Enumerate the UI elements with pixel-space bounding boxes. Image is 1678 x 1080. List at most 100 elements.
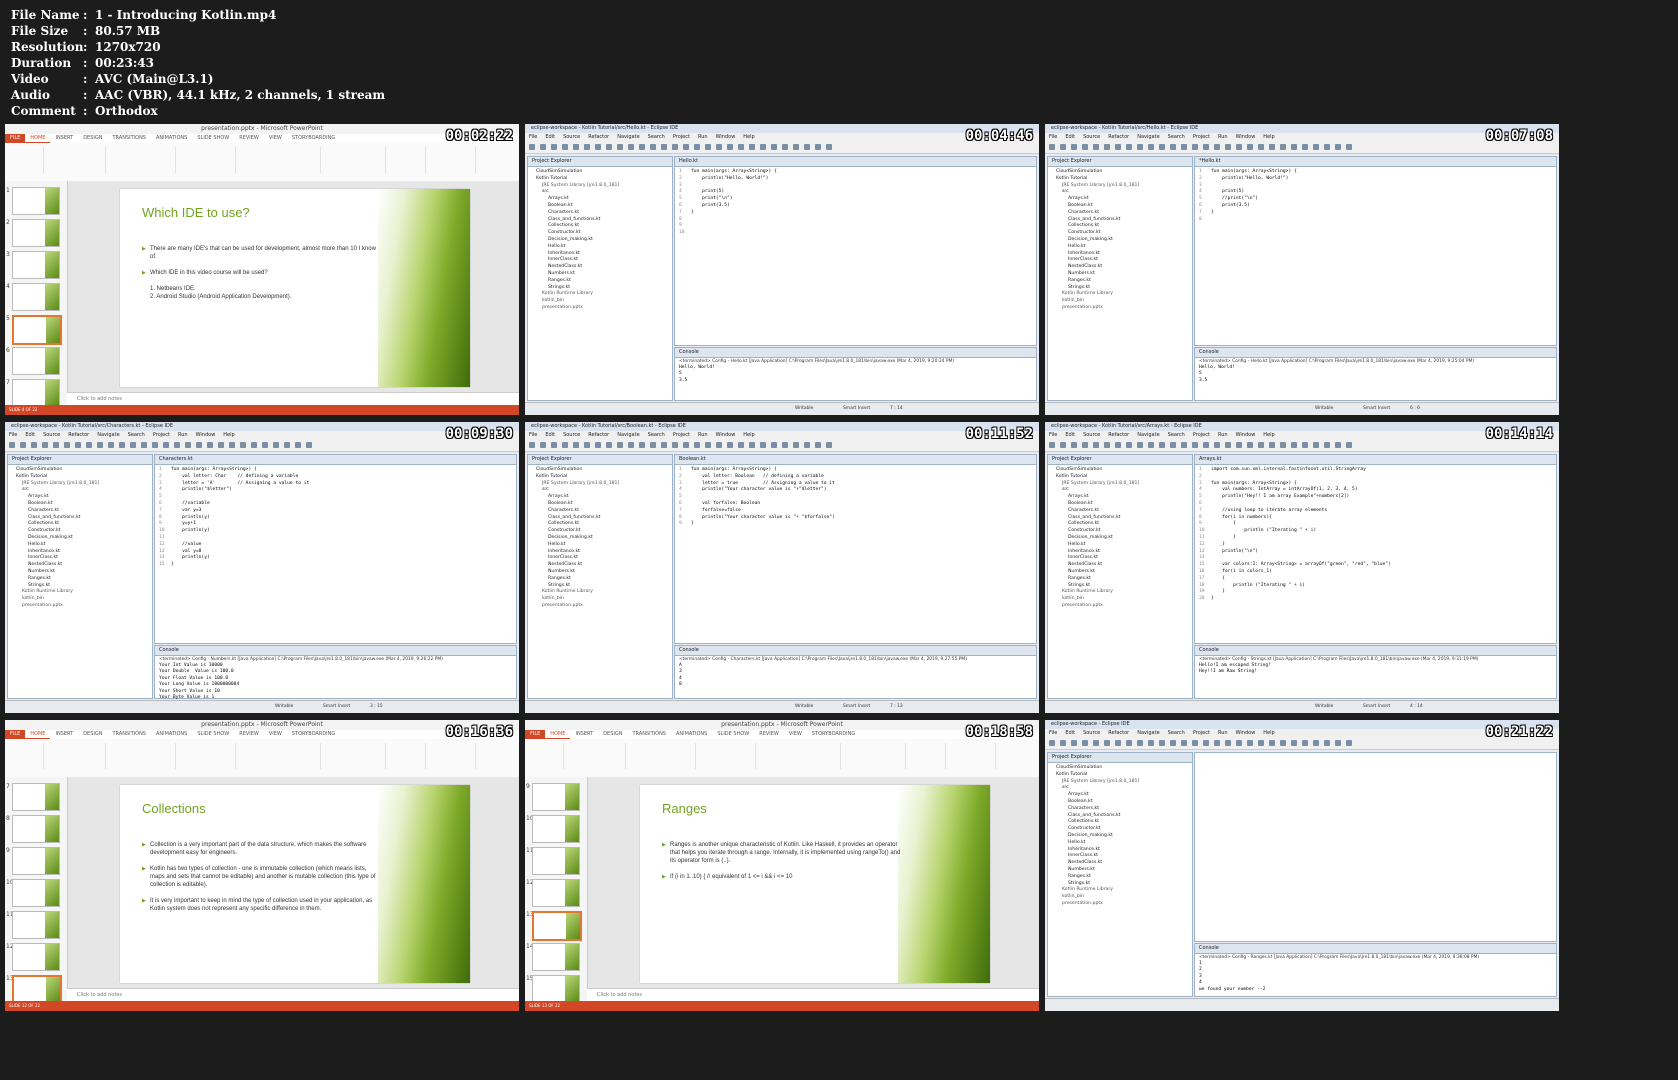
tree-item[interactable]: presentation.pptx (1050, 901, 1192, 908)
toolbar-button-icon[interactable] (1104, 144, 1110, 150)
toolbar-button-icon[interactable] (1302, 442, 1308, 448)
menu-navigate[interactable]: Navigate (93, 431, 123, 439)
tree-item[interactable]: JRE System Library [jre1.8.0_181] (1050, 779, 1192, 786)
toolbar-button-icon[interactable] (1137, 442, 1143, 448)
toolbar-button-icon[interactable] (584, 144, 590, 150)
ppt-tab-home[interactable]: HOME (545, 730, 571, 739)
menu-navigate[interactable]: Navigate (1133, 133, 1163, 141)
tree-item[interactable]: Numbers.kt (1050, 271, 1192, 278)
toolbar-button-icon[interactable] (1203, 740, 1209, 746)
ppt-tab-file[interactable]: FILE (525, 730, 546, 739)
menu-edit[interactable]: Edit (541, 431, 559, 439)
toolbar-button-icon[interactable] (1258, 144, 1264, 150)
menu-refactor[interactable]: Refactor (64, 431, 93, 439)
toolbar-button-icon[interactable] (1247, 144, 1253, 150)
toolbar-button-icon[interactable] (1104, 442, 1110, 448)
tree-item[interactable]: NestedClass.kt (1050, 264, 1192, 271)
toolbar-button-icon[interactable] (1071, 442, 1077, 448)
toolbar-button-icon[interactable] (661, 442, 667, 448)
tree-item[interactable]: Ranges.kt (530, 576, 672, 583)
tree-item[interactable]: Constructor.kt (1050, 528, 1192, 535)
toolbar-button-icon[interactable] (64, 442, 70, 448)
tree-item[interactable]: Constructor.kt (530, 230, 672, 237)
toolbar-button-icon[interactable] (1170, 740, 1176, 746)
slide-thumbnail[interactable] (12, 815, 60, 843)
ppt-tab-design[interactable]: DESIGN (78, 134, 107, 143)
tree-item[interactable]: Numbers.kt (530, 569, 672, 576)
toolbar-button-icon[interactable] (97, 442, 103, 448)
toolbar-button-icon[interactable] (639, 144, 645, 150)
console-tab[interactable]: Console (675, 348, 1036, 358)
tree-item[interactable]: Arrays.kt (1050, 792, 1192, 799)
tree-item[interactable]: Constructor.kt (1050, 230, 1192, 237)
toolbar-button-icon[interactable] (1214, 442, 1220, 448)
tree-item[interactable]: CloudSimSimulation (1050, 169, 1192, 176)
console-tab[interactable]: Console (1195, 944, 1556, 954)
menu-help[interactable]: Help (1259, 133, 1278, 141)
toolbar-button-icon[interactable] (53, 442, 59, 448)
console-tab[interactable]: Console (1195, 348, 1556, 358)
ppt-tab-home[interactable]: HOME (25, 730, 51, 739)
tree-item[interactable]: Kotlin Tutorial (1050, 474, 1192, 481)
menu-file[interactable]: File (525, 133, 541, 141)
toolbar-button-icon[interactable] (639, 442, 645, 448)
toolbar-button-icon[interactable] (1148, 442, 1154, 448)
tree-item[interactable]: JRE System Library [jre1.8.0_181] (1050, 183, 1192, 190)
menu-run[interactable]: Run (1214, 133, 1232, 141)
menu-source[interactable]: Source (559, 431, 584, 439)
menu-window[interactable]: Window (1232, 729, 1260, 737)
menu-refactor[interactable]: Refactor (1104, 133, 1133, 141)
project-explorer-tab[interactable]: Project Explorer (8, 455, 152, 465)
ppt-tab-review[interactable]: REVIEW (754, 730, 784, 739)
menu-file[interactable]: File (525, 431, 541, 439)
menu-refactor[interactable]: Refactor (584, 431, 613, 439)
toolbar-button-icon[interactable] (1302, 740, 1308, 746)
toolbar-button-icon[interactable] (1181, 144, 1187, 150)
console-tab[interactable]: Console (675, 646, 1036, 656)
tree-item[interactable]: Constructor.kt (1050, 826, 1192, 833)
toolbar-button-icon[interactable] (540, 144, 546, 150)
ppt-tab-file[interactable]: FILE (5, 730, 26, 739)
toolbar-button-icon[interactable] (163, 442, 169, 448)
toolbar-button-icon[interactable] (683, 442, 689, 448)
editor-tab[interactable]: Characters.kt (155, 455, 516, 465)
tree-item[interactable]: Ranges.kt (1050, 576, 1192, 583)
tree-item[interactable]: Ranges.kt (530, 278, 672, 285)
toolbar-button-icon[interactable] (1170, 144, 1176, 150)
toolbar-button-icon[interactable] (1148, 740, 1154, 746)
toolbar-button-icon[interactable] (1225, 442, 1231, 448)
toolbar-button-icon[interactable] (705, 144, 711, 150)
tree-item[interactable]: Decision_making.kt (530, 237, 672, 244)
tree-item[interactable]: Hello.kt (530, 542, 672, 549)
tree-item[interactable]: Boolean.kt (1050, 799, 1192, 806)
tree-item[interactable]: Hello.kt (1050, 244, 1192, 251)
editor-tab[interactable]: Hello.kt (675, 157, 1036, 167)
toolbar-button-icon[interactable] (1236, 144, 1242, 150)
toolbar-button-icon[interactable] (1148, 144, 1154, 150)
toolbar-button-icon[interactable] (295, 442, 301, 448)
toolbar-button-icon[interactable] (628, 442, 634, 448)
tree-item[interactable]: Decision_making.kt (10, 535, 152, 542)
toolbar-button-icon[interactable] (1346, 442, 1352, 448)
tree-item[interactable]: Kotlin Tutorial (1050, 176, 1192, 183)
ppt-tab-storyboarding[interactable]: STORYBOARDING (287, 134, 340, 143)
toolbar-button-icon[interactable] (196, 442, 202, 448)
tree-item[interactable]: JRE System Library [jre1.8.0_181] (530, 183, 672, 190)
tree-item[interactable]: Ranges.kt (1050, 278, 1192, 285)
tree-item[interactable]: Numbers.kt (10, 569, 152, 576)
menu-source[interactable]: Source (1079, 133, 1104, 141)
toolbar-button-icon[interactable] (1346, 740, 1352, 746)
code-area[interactable]: 1 import com.sun.xml.internal.fastinfoset… (1195, 465, 1556, 603)
toolbar-button-icon[interactable] (1269, 442, 1275, 448)
tree-item[interactable]: kotlin_bin (10, 596, 152, 603)
ppt-tab-review[interactable]: REVIEW (234, 730, 264, 739)
toolbar-button-icon[interactable] (683, 144, 689, 150)
toolbar-button-icon[interactable] (185, 442, 191, 448)
ppt-tab-slide-show[interactable]: SLIDE SHOW (712, 730, 754, 739)
menu-source[interactable]: Source (1079, 431, 1104, 439)
toolbar-button-icon[interactable] (1192, 740, 1198, 746)
toolbar-button-icon[interactable] (749, 144, 755, 150)
tree-item[interactable]: Kotlin Tutorial (1050, 772, 1192, 779)
project-explorer-tab[interactable]: Project Explorer (1048, 753, 1192, 763)
toolbar-button-icon[interactable] (262, 442, 268, 448)
